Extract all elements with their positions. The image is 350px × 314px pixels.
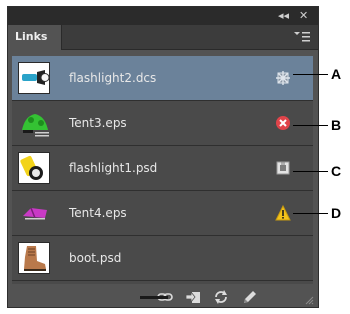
tent-thumbnail-icon (22, 114, 49, 137)
callout-label-a: A (331, 66, 342, 82)
close-panel-icon[interactable]: ✕ (299, 9, 308, 23)
callout-line-a (293, 74, 328, 75)
link-filename: flashlight2.dcs (69, 71, 157, 85)
callout-line-d (293, 213, 328, 214)
update-link-icon[interactable] (212, 289, 230, 305)
collapse-panel-icon[interactable]: ◂◂ (278, 9, 289, 23)
go-to-link-icon[interactable] (184, 289, 202, 305)
link-thumbnail (18, 197, 50, 229)
link-row-boot[interactable]: boot.psd (12, 236, 313, 281)
flashlight-thumbnail-icon (20, 155, 43, 180)
link-thumbnail (18, 152, 50, 184)
link-row-tent3[interactable]: Tent3.eps (12, 101, 313, 146)
embedded-icon (276, 71, 290, 85)
links-panel: ◂◂ ✕ Links flashlight2.dcs Tent3.eps fla… (7, 6, 319, 308)
callout-label-b: B (331, 117, 342, 133)
panel-tab-bar: Links (8, 25, 318, 50)
callout-label-c: C (331, 163, 342, 179)
flashlight-thumbnail-icon (22, 70, 49, 85)
link-row-tent4[interactable]: Tent4.eps (12, 191, 313, 236)
links-list: flashlight2.dcs Tent3.eps flashlight1.ps… (12, 56, 313, 284)
link-row-flashlight2[interactable]: flashlight2.dcs (12, 56, 313, 101)
panel-grip-icon[interactable] (140, 296, 168, 299)
link-thumbnail (18, 242, 50, 274)
panel-menu-icon[interactable] (294, 31, 310, 43)
tab-links[interactable]: Links (8, 25, 62, 50)
boot-thumbnail-icon (24, 246, 46, 271)
resize-handle-icon[interactable] (304, 295, 314, 305)
link-thumbnail (18, 62, 50, 94)
link-thumbnail (18, 107, 50, 139)
tent-thumbnail-icon (23, 207, 47, 220)
link-filename: Tent4.eps (69, 206, 127, 220)
panel-titlebar: ◂◂ ✕ (8, 7, 318, 25)
link-row-flashlight1[interactable]: flashlight1.psd (12, 146, 313, 191)
edit-original-icon[interactable] (240, 289, 258, 305)
edited-link-icon (276, 161, 290, 175)
link-filename: boot.psd (69, 251, 122, 265)
callout-label-d: D (331, 205, 342, 221)
callout-line-b (293, 125, 328, 126)
missing-link-icon (276, 116, 290, 130)
link-filename: flashlight1.psd (69, 161, 158, 175)
link-filename: Tent3.eps (69, 116, 127, 130)
callout-line-c (293, 171, 328, 172)
warning-icon (275, 205, 291, 221)
